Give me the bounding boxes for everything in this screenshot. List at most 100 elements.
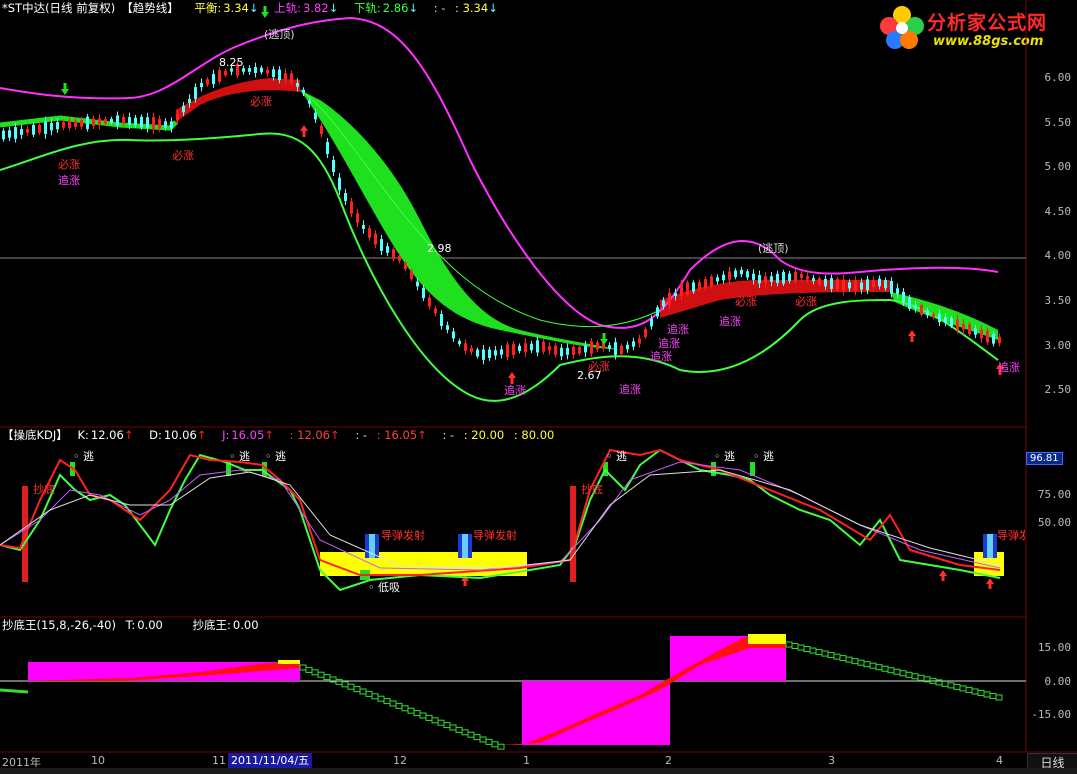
candle-body bbox=[194, 87, 197, 99]
candle-body bbox=[56, 122, 59, 130]
candle-body bbox=[320, 125, 323, 135]
candle-body bbox=[770, 276, 773, 282]
k-label: K: bbox=[77, 428, 89, 442]
cdw-bar bbox=[335, 678, 343, 685]
cdw-bar bbox=[347, 683, 355, 690]
cdw-title[interactable]: 抄底王(15,8,-26,-40) bbox=[2, 618, 116, 632]
escape-top-1: (逃顶) bbox=[264, 28, 295, 41]
cdw-bar bbox=[875, 664, 883, 671]
cdw-bar bbox=[833, 653, 841, 660]
signal-dixi: ◦ 低吸 bbox=[368, 581, 400, 594]
kdj-extra-2: : - bbox=[355, 428, 368, 442]
candle-body bbox=[62, 121, 65, 128]
cdw-bar bbox=[419, 712, 427, 719]
candle-body bbox=[944, 317, 947, 323]
cdw-bar bbox=[353, 686, 361, 693]
kdj-title[interactable]: 【操底KDJ】 bbox=[2, 428, 68, 442]
candle-body bbox=[704, 279, 707, 289]
cdw-bar bbox=[443, 722, 451, 729]
cdw-bar bbox=[917, 674, 925, 681]
x-label: 4 bbox=[996, 754, 1003, 767]
candle-body bbox=[986, 330, 989, 343]
candle-body bbox=[794, 271, 797, 282]
candle-body bbox=[26, 128, 29, 133]
cdw-bar bbox=[299, 664, 307, 671]
candle-body bbox=[578, 346, 581, 354]
candle-body bbox=[266, 69, 269, 74]
candle-body bbox=[530, 343, 533, 351]
candle-body bbox=[950, 318, 953, 326]
cdw-bar bbox=[485, 738, 493, 745]
candle-body bbox=[122, 117, 125, 124]
cdw-bar bbox=[0, 688, 29, 694]
candle-body bbox=[920, 305, 923, 315]
candle-body bbox=[158, 119, 161, 129]
candle-body bbox=[836, 279, 839, 290]
candle-body bbox=[686, 282, 689, 295]
cdw-bar bbox=[407, 707, 415, 714]
candle-body bbox=[866, 279, 869, 291]
arrow-up-icon bbox=[300, 125, 308, 137]
candle-body bbox=[566, 347, 569, 355]
candle-body bbox=[398, 256, 401, 261]
cdw-bar bbox=[797, 644, 805, 651]
candle-body bbox=[374, 233, 377, 245]
j-value: 16.05 bbox=[231, 428, 265, 442]
candle-body bbox=[476, 349, 479, 357]
cdw-panel bbox=[0, 634, 1003, 750]
candle-body bbox=[860, 282, 863, 290]
cdw-bar bbox=[455, 726, 463, 733]
candle-body bbox=[956, 319, 959, 330]
candle-body bbox=[734, 270, 737, 278]
cdw-bar bbox=[317, 671, 325, 678]
candle-body bbox=[506, 344, 509, 358]
cdw-bar bbox=[371, 693, 379, 700]
signal-bizhang: 必涨 bbox=[588, 360, 610, 373]
signal-bizhang: 必涨 bbox=[795, 295, 817, 308]
kdj-tick: 75.00 bbox=[1037, 488, 1071, 501]
candle-body bbox=[302, 89, 305, 94]
candle-body bbox=[464, 343, 467, 351]
candle-body bbox=[272, 69, 275, 78]
candle-body bbox=[110, 118, 113, 123]
cdw-bar bbox=[953, 683, 961, 690]
chart-canvas[interactable] bbox=[0, 0, 1077, 774]
candle-body bbox=[452, 331, 455, 339]
x-label: 1 bbox=[523, 754, 530, 767]
candle-body bbox=[278, 69, 281, 81]
cdw-bar bbox=[941, 680, 949, 687]
candle-body bbox=[572, 346, 575, 355]
signal-chaodi: 抄底 bbox=[581, 483, 603, 496]
arrow-up-icon: ↑ bbox=[417, 428, 427, 442]
cdw-bar bbox=[905, 671, 913, 678]
candle-body bbox=[512, 344, 515, 356]
candle-body bbox=[872, 280, 875, 287]
kdj-tick: 50.00 bbox=[1037, 516, 1071, 529]
candle-body bbox=[188, 99, 191, 103]
signal-tao: ◦ 逃 bbox=[714, 450, 735, 463]
arrow-up-icon: ↑ bbox=[123, 428, 134, 442]
signal-bizhang: 必涨 bbox=[250, 95, 272, 108]
candle-body bbox=[590, 341, 593, 354]
signal-missile: 导弹发射 bbox=[381, 529, 425, 542]
cdw-bar bbox=[467, 731, 475, 738]
candle-body bbox=[350, 201, 353, 214]
cdw-bar bbox=[311, 669, 319, 676]
candle-body bbox=[788, 273, 791, 281]
signal-zhuizhang: 追涨 bbox=[719, 315, 741, 328]
cdw-bar bbox=[791, 643, 799, 650]
cdw-yellow-cap bbox=[748, 634, 786, 644]
candle-body bbox=[44, 121, 47, 134]
tao-marker bbox=[750, 462, 755, 476]
candle-body bbox=[164, 121, 167, 128]
candle-body bbox=[842, 279, 845, 291]
cdw-bar bbox=[887, 667, 895, 674]
cdw-bar bbox=[971, 688, 979, 695]
candle-body bbox=[824, 278, 827, 287]
candle-body bbox=[284, 73, 287, 80]
x-label: 11 bbox=[212, 754, 226, 767]
candle-body bbox=[2, 130, 5, 140]
cdw-bar bbox=[785, 641, 793, 648]
candle-body bbox=[218, 70, 221, 82]
candle-body bbox=[758, 275, 761, 284]
